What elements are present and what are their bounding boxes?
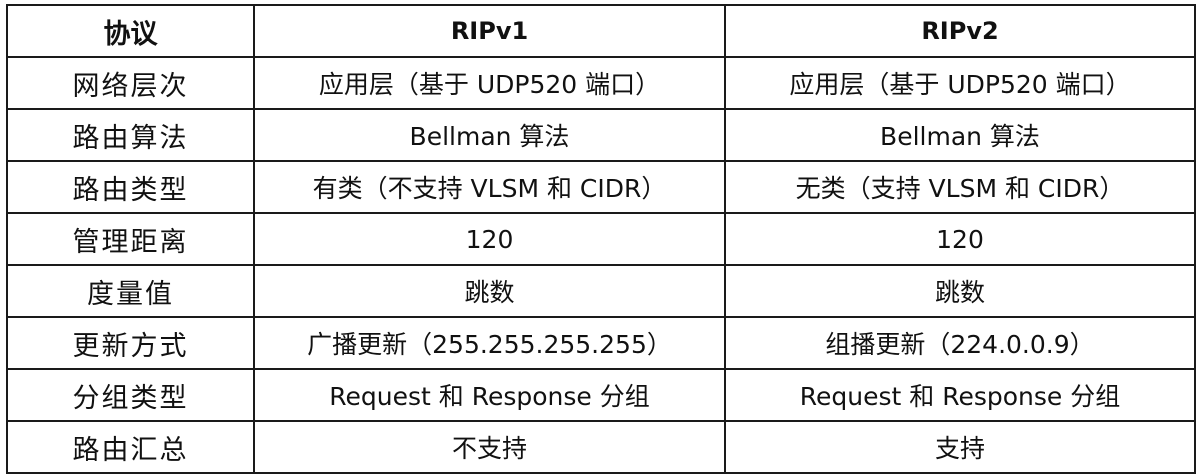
table-header-row: 协议 RIPv1 RIPv2	[6, 4, 1196, 58]
table-row: 路由类型 有类（不支持 VLSM 和 CIDR） 无类（支持 VLSM 和 CI…	[6, 160, 1196, 214]
ripv1-cell: 有类（不支持 VLSM 和 CIDR）	[253, 160, 726, 214]
ripv1-cell: 不支持	[253, 420, 726, 474]
ripv2-cell: Bellman 算法	[724, 108, 1196, 162]
ripv1-cell: 120	[253, 212, 726, 266]
table-row: 网络层次 应用层（基于 UDP520 端口） 应用层（基于 UDP520 端口）	[6, 56, 1196, 110]
row-label: 更新方式	[6, 316, 255, 370]
row-label: 分组类型	[6, 368, 255, 422]
ripv2-cell: 无类（支持 VLSM 和 CIDR）	[724, 160, 1196, 214]
row-label: 路由算法	[6, 108, 255, 162]
table-row: 更新方式 广播更新（255.255.255.255） 组播更新（224.0.0.…	[6, 316, 1196, 370]
ripv2-cell: 应用层（基于 UDP520 端口）	[724, 56, 1196, 110]
header-ripv2: RIPv2	[724, 4, 1196, 58]
table-row: 度量值 跳数 跳数	[6, 264, 1196, 318]
ripv1-cell: Request 和 Response 分组	[253, 368, 726, 422]
ripv1-cell: 应用层（基于 UDP520 端口）	[253, 56, 726, 110]
row-label: 管理距离	[6, 212, 255, 266]
ripv1-cell: 广播更新（255.255.255.255）	[253, 316, 726, 370]
header-ripv1: RIPv1	[253, 4, 726, 58]
ripv2-cell: Request 和 Response 分组	[724, 368, 1196, 422]
row-label: 路由汇总	[6, 420, 255, 474]
ripv1-cell: 跳数	[253, 264, 726, 318]
ripv2-cell: 支持	[724, 420, 1196, 474]
row-label: 路由类型	[6, 160, 255, 214]
table-row: 路由汇总 不支持 支持	[6, 420, 1196, 474]
row-label: 度量值	[6, 264, 255, 318]
row-label: 网络层次	[6, 56, 255, 110]
ripv2-cell: 120	[724, 212, 1196, 266]
ripv2-cell: 组播更新（224.0.0.9）	[724, 316, 1196, 370]
header-protocol: 协议	[6, 4, 255, 58]
table-row: 路由算法 Bellman 算法 Bellman 算法	[6, 108, 1196, 162]
table-row: 管理距离 120 120	[6, 212, 1196, 266]
rip-comparison-table: 协议 RIPv1 RIPv2 网络层次 应用层（基于 UDP520 端口） 应用…	[6, 4, 1196, 474]
table-row: 分组类型 Request 和 Response 分组 Request 和 Res…	[6, 368, 1196, 422]
ripv1-cell: Bellman 算法	[253, 108, 726, 162]
ripv2-cell: 跳数	[724, 264, 1196, 318]
document-page: 协议 RIPv1 RIPv2 网络层次 应用层（基于 UDP520 端口） 应用…	[0, 0, 1199, 474]
